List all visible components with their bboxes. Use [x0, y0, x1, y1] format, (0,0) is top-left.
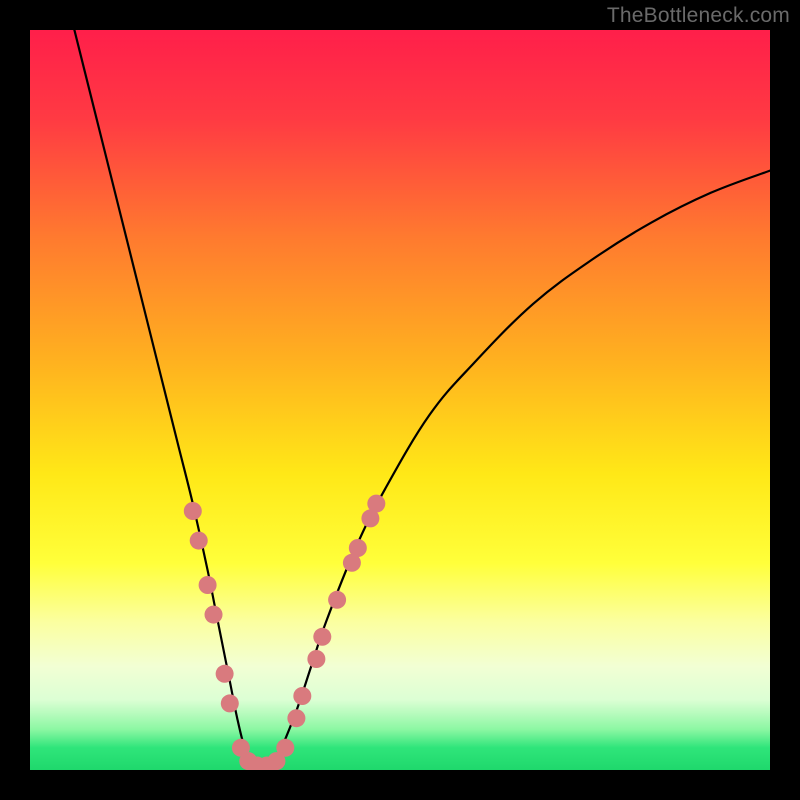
- curve-marker: [276, 739, 294, 757]
- curve-marker: [184, 502, 202, 520]
- curve-marker: [293, 687, 311, 705]
- curve-marker: [328, 591, 346, 609]
- curve-marker: [313, 628, 331, 646]
- curve-marker: [199, 576, 217, 594]
- curve-marker: [349, 539, 367, 557]
- curve-marker: [205, 606, 223, 624]
- curve-marker: [287, 709, 305, 727]
- curve-marker: [367, 495, 385, 513]
- watermark-text: TheBottleneck.com: [607, 4, 790, 28]
- curve-marker: [190, 532, 208, 550]
- plot-area: [30, 30, 770, 770]
- curve-layer: [30, 30, 770, 770]
- curve-marker: [307, 650, 325, 668]
- bottleneck-curve: [74, 30, 770, 767]
- curve-marker: [216, 665, 234, 683]
- curve-marker: [221, 694, 239, 712]
- curve-markers: [184, 495, 386, 770]
- chart-frame: TheBottleneck.com: [0, 0, 800, 800]
